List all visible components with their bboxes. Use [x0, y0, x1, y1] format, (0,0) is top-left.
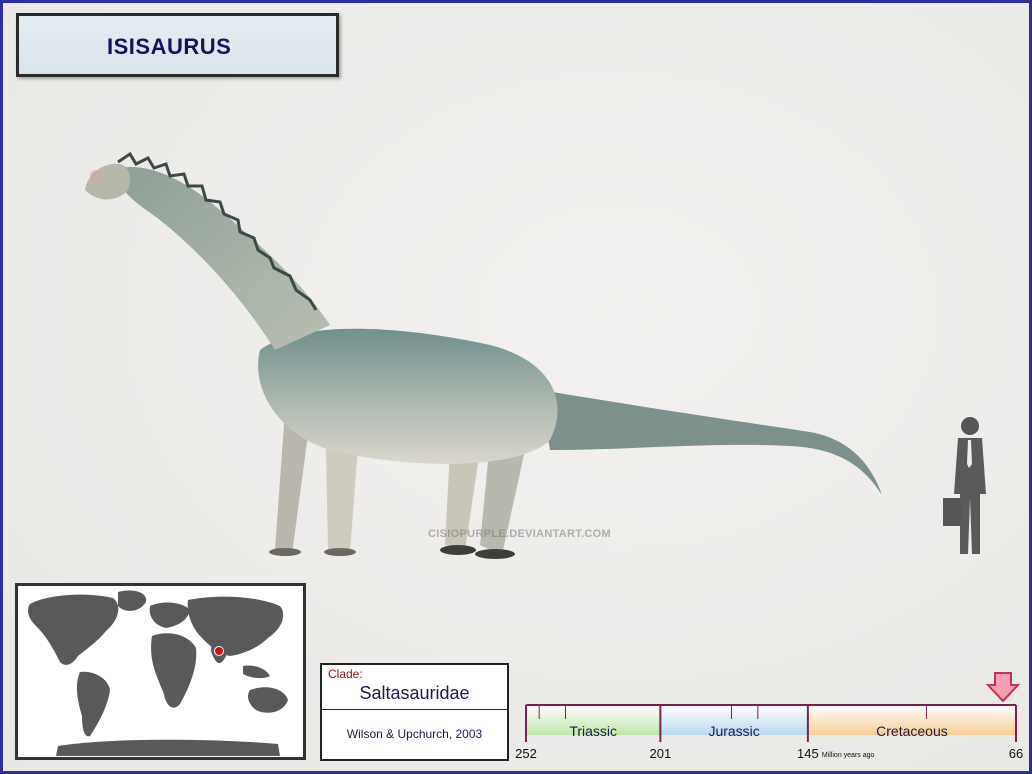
isisaurus-illustration	[85, 151, 882, 559]
timeline-tick-label: 145	[797, 746, 819, 761]
timeline-unit-label: Million years ago	[822, 752, 875, 759]
clade-name: Saltasauridae	[359, 683, 470, 703]
timeline-tick-label: 201	[650, 746, 672, 761]
clade-box: Clade: Saltasauridae Wilson & Upchurch, …	[320, 663, 509, 761]
timeline-period-label: Triassic	[569, 723, 617, 739]
world-map	[15, 583, 306, 760]
timeline-period-label: Cretaceous	[876, 723, 948, 739]
clade-divider	[322, 709, 507, 710]
timeline-period-label: Jurassic	[708, 723, 759, 739]
clade-author: Wilson & Upchurch, 2003	[346, 727, 483, 741]
clade-label: Clade:	[328, 667, 363, 681]
timeline-marker-arrow	[985, 672, 1021, 703]
human-scale-silhouette	[943, 417, 986, 554]
page-title: ISISAURUS	[107, 34, 232, 59]
title-box: ISISAURUS	[16, 13, 339, 77]
location-marker	[214, 646, 224, 656]
timeline-tick-label: 252	[515, 746, 537, 761]
watermark: CISIOPURPLE.DEVIANTART.COM	[428, 528, 611, 540]
geologic-timeline: Triassic Jurassic Cretaceous 252 201 145 66 Mil…	[515, 672, 1023, 761]
timeline-tick-label: 66	[1009, 746, 1023, 761]
world-map-graphic	[28, 590, 288, 756]
